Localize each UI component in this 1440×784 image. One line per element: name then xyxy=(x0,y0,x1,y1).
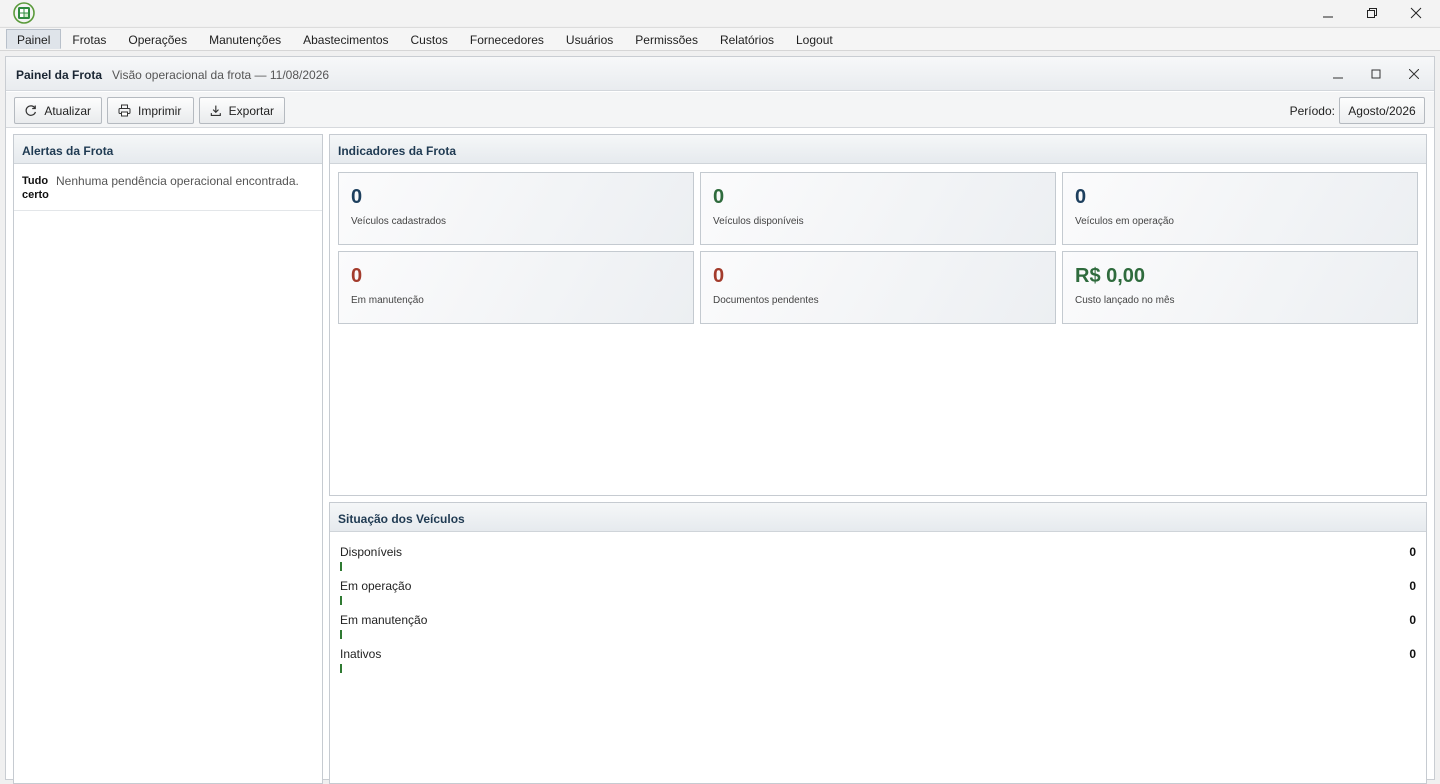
refresh-label: Atualizar xyxy=(44,103,91,118)
frame-close-button[interactable] xyxy=(1403,63,1425,85)
window-restore-button[interactable] xyxy=(1350,0,1394,26)
alert-message: Nenhuma pendência operacional encontrada… xyxy=(56,174,299,188)
app-logo-icon xyxy=(12,2,36,24)
indicator-label: Veículos em operação xyxy=(1075,216,1174,227)
page-title: Painel da Frota xyxy=(16,68,103,82)
export-label: Exportar xyxy=(228,103,274,118)
status-progress-bar xyxy=(340,664,342,673)
indicator-card-vehicles-available: 0 Veículos disponíveis xyxy=(700,172,1056,245)
indicator-label: Documentos pendentes xyxy=(713,295,819,306)
status-count: 0 xyxy=(1409,579,1416,593)
indicator-label: Custo lançado no mês xyxy=(1075,295,1175,306)
print-label: Imprimir xyxy=(138,103,182,118)
indicator-card-monthly-cost: R$ 0,00 Custo lançado no mês xyxy=(1062,251,1418,324)
status-row-operating: Em operação 0 xyxy=(340,579,1416,609)
indicator-value: 0 xyxy=(351,265,363,287)
status-progress-bar xyxy=(340,562,342,571)
alerts-panel: Alertas da Frota Tudo certo Nenhuma pend… xyxy=(13,134,323,784)
frame-minimize-button[interactable] xyxy=(1327,63,1349,85)
indicator-label: Veículos cadastrados xyxy=(351,216,447,227)
minimize-icon xyxy=(1323,16,1333,18)
toolbar: Atualizar Imprimir Exportar Período: Ago… xyxy=(6,92,1434,128)
status-label: Inativos xyxy=(340,647,382,661)
indicator-label: Veículos disponíveis xyxy=(713,216,804,227)
indicator-value: 0 xyxy=(1075,186,1087,208)
menu-item-usuarios[interactable]: Usuários xyxy=(555,29,624,49)
print-button[interactable]: Imprimir xyxy=(107,97,194,124)
page-subtitle: Visão operacional da frota — 11/08/2026 xyxy=(112,68,330,82)
indicators-panel-title: Indicadores da Frota xyxy=(330,135,1426,164)
status-count: 0 xyxy=(1409,545,1416,559)
close-icon xyxy=(1409,69,1419,79)
close-icon xyxy=(1410,7,1422,19)
status-progress-bar xyxy=(340,596,342,605)
indicator-card-vehicles-operating: 0 Veículos em operação xyxy=(1062,172,1418,245)
menu-bar: Painel Frotas Operações Manutenções Abas… xyxy=(0,27,1440,51)
title-bar xyxy=(0,0,1440,26)
status-count: 0 xyxy=(1409,613,1416,627)
menu-item-custos[interactable]: Custos xyxy=(400,29,459,49)
alert-item[interactable]: Tudo certo Nenhuma pendência operacional… xyxy=(14,164,322,211)
indicator-value: 0 xyxy=(713,265,725,287)
restore-icon xyxy=(1367,8,1377,18)
indicator-card-vehicles-registered: 0 Veículos cadastrados xyxy=(338,172,694,245)
download-icon xyxy=(210,105,221,117)
vehicle-status-title: Situação dos Veículos xyxy=(330,503,1426,532)
menu-item-frotas[interactable]: Frotas xyxy=(61,29,117,49)
alerts-panel-title: Alertas da Frota xyxy=(14,135,322,164)
period-selector[interactable]: Agosto/2026 xyxy=(1339,97,1425,124)
indicator-value: R$ 0,00 xyxy=(1075,265,1146,287)
status-label: Em manutenção xyxy=(340,613,428,627)
printer-icon xyxy=(118,104,131,117)
window-close-button[interactable] xyxy=(1394,0,1438,26)
refresh-icon xyxy=(25,105,37,116)
alert-label: Tudo certo xyxy=(22,175,49,201)
menu-item-abastecimentos[interactable]: Abastecimentos xyxy=(292,29,399,49)
menu-item-relatorios[interactable]: Relatórios xyxy=(709,29,785,49)
status-row-available: Disponíveis 0 xyxy=(340,545,1416,575)
vehicle-status-panel: Situação dos Veículos Disponíveis 0 Em o… xyxy=(329,502,1427,784)
minimize-icon xyxy=(1333,77,1343,79)
period-label: Período: xyxy=(1289,104,1335,118)
menu-item-logout[interactable]: Logout xyxy=(785,29,844,49)
indicator-value: 0 xyxy=(351,186,363,208)
refresh-button[interactable]: Atualizar xyxy=(14,97,102,124)
maximize-icon xyxy=(1371,69,1381,79)
menu-item-fornecedores[interactable]: Fornecedores xyxy=(459,29,555,49)
export-button[interactable]: Exportar xyxy=(199,97,285,124)
frame-header: Painel da Frota Visão operacional da fro… xyxy=(6,57,1434,91)
status-label: Disponíveis xyxy=(340,545,403,559)
status-label: Em operação xyxy=(340,579,412,593)
status-row-inactive: Inativos 0 xyxy=(340,647,1416,677)
status-count: 0 xyxy=(1409,647,1416,661)
menu-item-manutencoes[interactable]: Manutenções xyxy=(198,29,292,49)
menu-item-permissoes[interactable]: Permissões xyxy=(624,29,709,49)
status-row-maintenance: Em manutenção 0 xyxy=(340,613,1416,643)
status-progress-bar xyxy=(340,630,342,639)
indicator-value: 0 xyxy=(713,186,725,208)
indicators-panel: Indicadores da Frota 0 Veículos cadastra… xyxy=(329,134,1427,496)
indicator-label: Em manutenção xyxy=(351,295,424,306)
frame-maximize-button[interactable] xyxy=(1365,63,1387,85)
indicator-card-maintenance: 0 Em manutenção xyxy=(338,251,694,324)
window-minimize-button[interactable] xyxy=(1306,0,1350,26)
menu-item-painel[interactable]: Painel xyxy=(6,29,62,49)
menu-item-operacoes[interactable]: Operações xyxy=(117,29,198,49)
indicator-card-pending-documents: 0 Documentos pendentes xyxy=(700,251,1056,324)
